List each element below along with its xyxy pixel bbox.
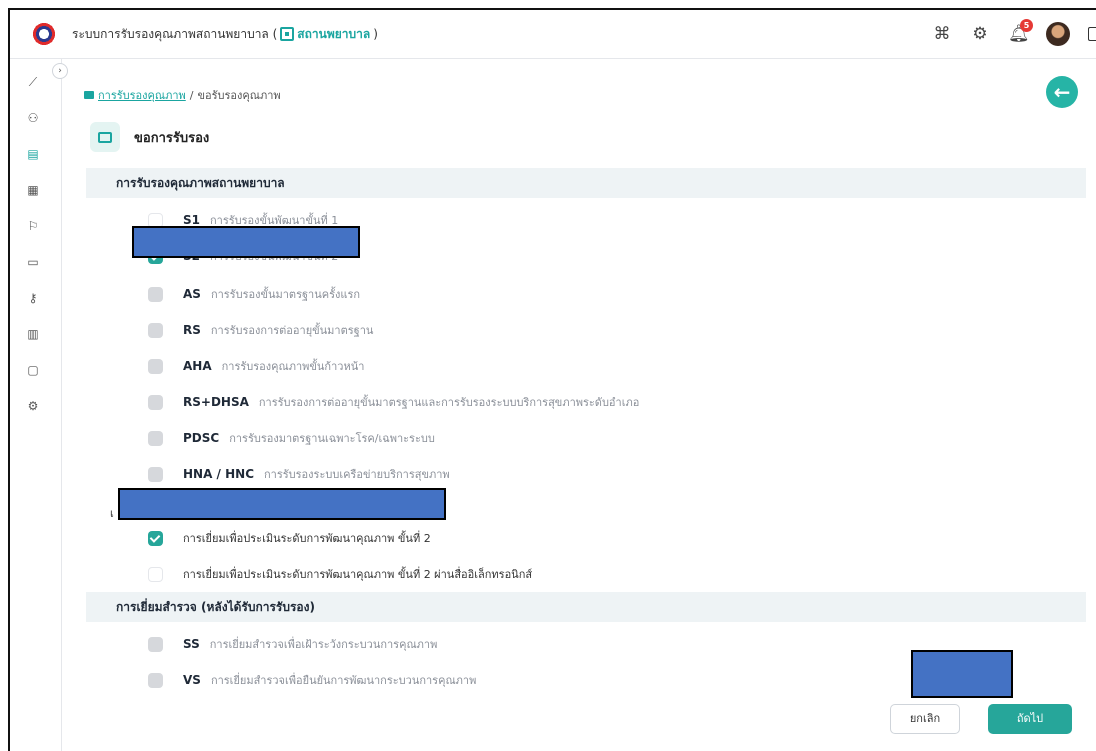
flag-icon[interactable]: ⚐: [24, 217, 42, 235]
option-desc: การเยี่ยมสำรวจเพื่อยืนยันการพัฒนากระบวนก…: [210, 674, 477, 687]
option-ss[interactable]: SS การเยี่ยมสำรวจเพื่อเฝ้าระวังกระบวนการ…: [148, 634, 437, 654]
option-code: PDSC: [183, 431, 220, 445]
top-icons: ⌘ ⚙ 🔔︎ 5: [932, 19, 1096, 46]
chat-icon[interactable]: ▢: [24, 361, 42, 379]
app-title: ระบบการรับรองคุณภาพสถานพยาบาล ( สถานพยาบ…: [72, 25, 378, 44]
gear-icon[interactable]: ⚙: [970, 24, 990, 44]
back-button[interactable]: ←: [1046, 76, 1078, 108]
next-button[interactable]: ถัดไป: [988, 704, 1072, 734]
app-title-suffix: ): [373, 27, 378, 41]
visit-section-label-partial: เ: [110, 507, 114, 520]
checkbox[interactable]: [148, 566, 163, 582]
document-icon[interactable]: ▥: [24, 325, 42, 343]
breadcrumb-separator: /: [189, 88, 194, 102]
option-desc: การรับรองการต่ออายุขั้นมาตรฐานและการรับร…: [258, 396, 640, 409]
option-as[interactable]: AS การรับรองขั้นมาตรฐานครั้งแรก: [148, 284, 360, 304]
section-accreditation-header: การรับรองคุณภาพสถานพยาบาล: [86, 168, 1086, 198]
option-code: VS: [183, 673, 201, 687]
checkbox[interactable]: [148, 394, 163, 410]
option-hna-hnc[interactable]: HNA / HNC การรับรองระบบเครือข่ายบริการสุ…: [148, 464, 450, 484]
option-label: การเยี่ยมเพื่อประเมินระดับการพัฒนาคุณภาพ…: [183, 568, 533, 581]
breadcrumb-root-link[interactable]: การรับรองคุณภาพ: [98, 86, 186, 104]
app-title-accent: สถานพยาบาล: [297, 26, 371, 41]
checkbox[interactable]: [148, 672, 163, 688]
option-rs[interactable]: RS การรับรองการต่ออายุขั้นมาตรฐาน: [148, 320, 373, 340]
app-logo: [30, 20, 58, 48]
form-icon: [90, 122, 120, 152]
checkbox[interactable]: [148, 430, 163, 446]
option-vs[interactable]: VS การเยี่ยมสำรวจเพื่อยืนยันการพัฒนากระบ…: [148, 670, 476, 690]
option-visit-stage2-electronic[interactable]: การเยี่ยมเพื่อประเมินระดับการพัฒนาคุณภาพ…: [148, 564, 532, 584]
option-code: AS: [183, 287, 201, 301]
avatar[interactable]: [1046, 22, 1070, 46]
apps-icon[interactable]: ⌘: [932, 24, 952, 44]
option-code: RS+DHSA: [183, 395, 249, 409]
option-code: S1: [183, 213, 200, 227]
app-title-prefix: ระบบการรับรองคุณภาพสถานพยาบาล (: [72, 26, 278, 41]
arrow-left-icon: ←: [1053, 80, 1071, 104]
redaction-block: [132, 226, 360, 258]
checkbox[interactable]: [148, 636, 163, 652]
sidebar: › ⟋ ⚇ ▤ ▦ ⚐ ▭ ⚷ ▥ ▢ ⚙: [10, 59, 68, 751]
checkbox[interactable]: [148, 322, 163, 338]
option-desc: การรับรองมาตรฐานเฉพาะโรค/เฉพาะระบบ: [229, 432, 435, 445]
option-pdsc[interactable]: PDSC การรับรองมาตรฐานเฉพาะโรค/เฉพาะระบบ: [148, 428, 435, 448]
option-visit-stage2[interactable]: การเยี่ยมเพื่อประเมินระดับการพัฒนาคุณภาพ…: [148, 528, 431, 548]
app-window: ระบบการรับรองคุณภาพสถานพยาบาล ( สถานพยาบ…: [8, 8, 1096, 751]
option-desc: การรับรองการต่ออายุขั้นมาตรฐาน: [210, 324, 374, 337]
option-label: การเยี่ยมเพื่อประเมินระดับการพัฒนาคุณภาพ…: [183, 532, 431, 545]
breadcrumb: การรับรองคุณภาพ / ขอรับรองคุณภาพ: [84, 86, 281, 104]
option-code: AHA: [183, 359, 212, 373]
cancel-button[interactable]: ยกเลิก: [890, 704, 960, 734]
option-rs-dhsa[interactable]: RS+DHSA การรับรองการต่ออายุขั้นมาตรฐานแล…: [148, 392, 639, 412]
key-icon[interactable]: ⚷: [24, 289, 42, 307]
option-desc: การรับรองขั้นมาตรฐานครั้งแรก: [210, 288, 361, 301]
section-survey-header: การเยี่ยมสำรวจ (หลังได้รับการรับรอง): [86, 592, 1086, 622]
hospital-icon: [280, 27, 295, 41]
users-icon[interactable]: ⚇: [24, 109, 42, 127]
checkbox[interactable]: [148, 358, 163, 374]
page-header: ขอการรับรอง: [90, 122, 209, 152]
top-bar: ระบบการรับรองคุณภาพสถานพยาบาล ( สถานพยาบ…: [10, 10, 1096, 59]
chart-icon[interactable]: ⟋: [24, 73, 42, 91]
calendar-icon[interactable]: ▦: [24, 181, 42, 199]
bell-icon[interactable]: 🔔︎ 5: [1008, 19, 1033, 44]
breadcrumb-icon: [84, 91, 94, 99]
notification-badge: 5: [1020, 19, 1033, 32]
accreditation-icon[interactable]: ▤: [24, 145, 42, 163]
option-code: HNA / HNC: [183, 467, 255, 481]
option-aha[interactable]: AHA การรับรองคุณภาพขั้นก้าวหน้า: [148, 356, 364, 376]
settings-icon[interactable]: ⚙: [24, 397, 42, 415]
option-code: SS: [183, 637, 200, 651]
card-icon[interactable]: ▭: [24, 253, 42, 271]
redaction-block: [911, 650, 1013, 698]
checkbox[interactable]: [148, 286, 163, 302]
breadcrumb-current: ขอรับรองคุณภาพ: [197, 89, 281, 102]
checkbox[interactable]: [148, 466, 163, 482]
user-menu-icon[interactable]: [1088, 27, 1096, 41]
option-code: RS: [183, 323, 201, 337]
page-title: ขอการรับรอง: [134, 130, 210, 146]
option-desc: การรับรองระบบเครือข่ายบริการสุขภาพ: [264, 468, 450, 481]
checkbox-checked[interactable]: [148, 530, 163, 546]
sidebar-toggle-icon[interactable]: ›: [52, 63, 68, 79]
option-desc: การรับรองคุณภาพขั้นก้าวหน้า: [221, 360, 365, 373]
option-desc: การเยี่ยมสำรวจเพื่อเฝ้าระวังกระบวนการคุณ…: [209, 638, 438, 651]
redaction-block: [118, 488, 446, 520]
